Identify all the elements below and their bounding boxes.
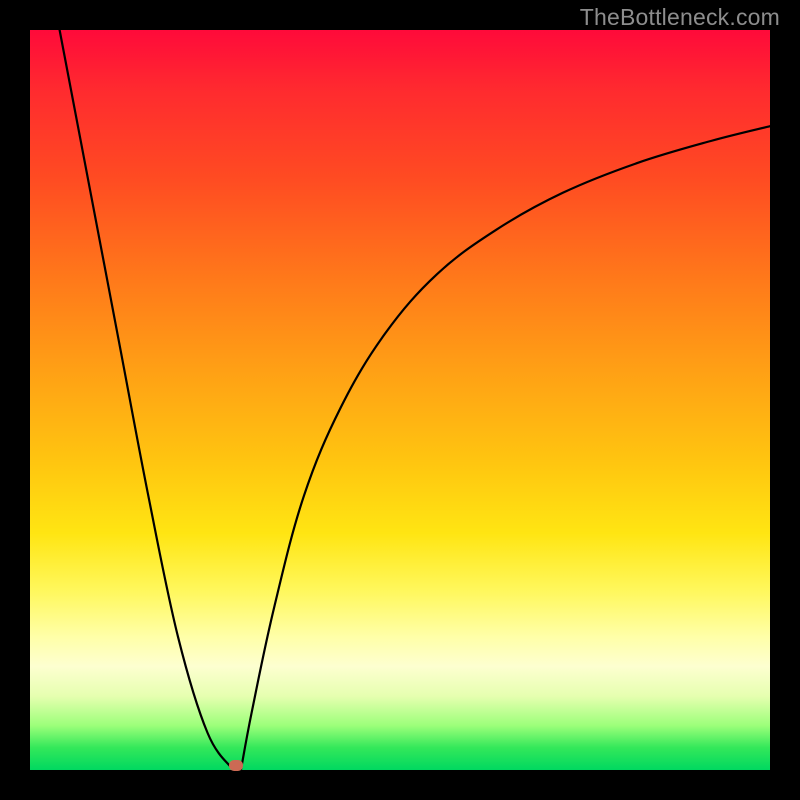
- chart-frame: TheBottleneck.com: [0, 0, 800, 800]
- watermark-text: TheBottleneck.com: [580, 4, 780, 31]
- bottleneck-curve: [30, 30, 770, 770]
- plot-area: [30, 30, 770, 770]
- minimum-marker: [229, 760, 243, 771]
